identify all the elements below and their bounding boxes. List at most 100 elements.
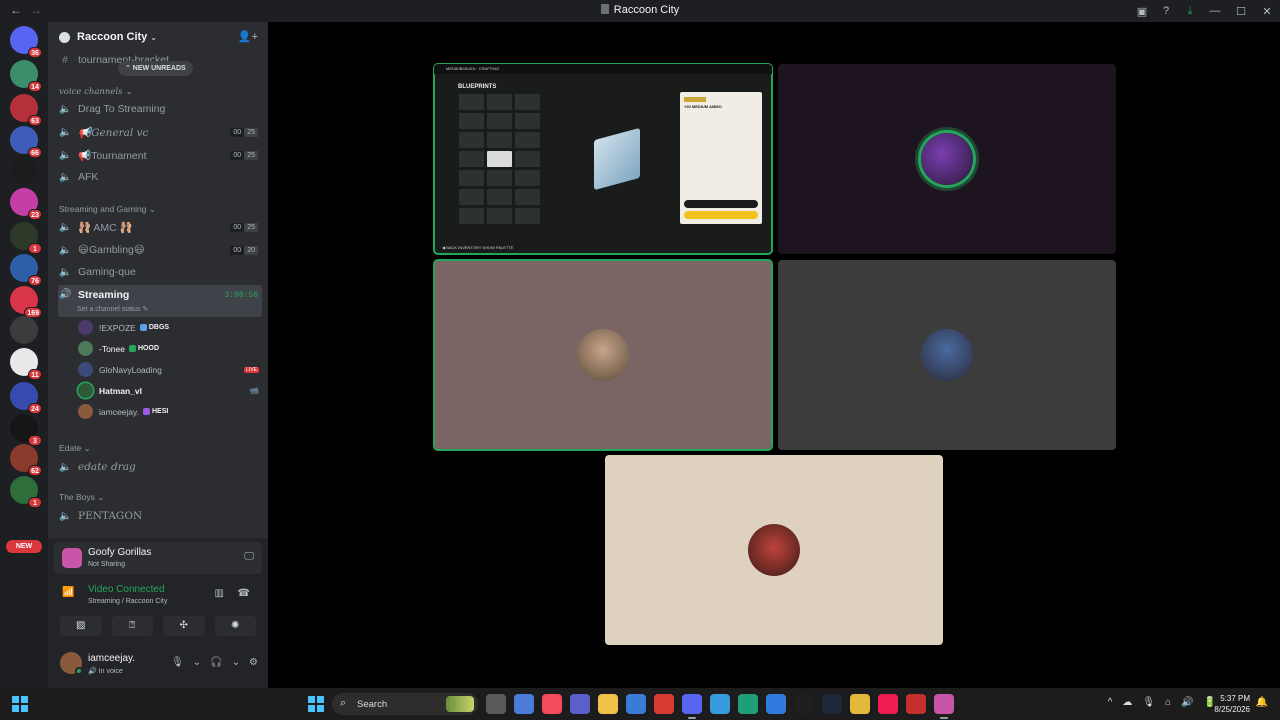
new-unreads-pill[interactable]: ⌃ NEW UNREADS: [118, 61, 193, 76]
channel-gambling[interactable]: 🔈 😃Gambling😃 00 20: [58, 240, 262, 260]
signal-icon[interactable]: 📶: [62, 587, 74, 598]
discord-icon[interactable]: [682, 694, 702, 719]
category-streaming[interactable]: Streaming and Gaming ⌄: [59, 204, 156, 215]
help-icon[interactable]: ?: [1154, 5, 1178, 17]
channel-drag-to-streaming[interactable]: 🔈 Drag To Streaming: [58, 99, 262, 119]
minimize-button[interactable]: —: [1202, 5, 1228, 17]
category-voice[interactable]: voice channels ⌄: [59, 86, 132, 97]
channel-afk[interactable]: 🔈 AFK: [58, 167, 262, 187]
camera-off-button[interactable]: ▨: [60, 616, 102, 636]
server-icon[interactable]: 3: [10, 414, 42, 446]
inbox-icon[interactable]: ▣: [1130, 5, 1154, 18]
voice-user[interactable]: Hatman_vl 📹: [78, 381, 263, 400]
clock[interactable]: 5:37 PM 8/25/2026: [1214, 693, 1250, 715]
tray-overflow-icon[interactable]: ^: [1108, 697, 1113, 708]
connection-channel[interactable]: Streaming / Raccoon City: [88, 598, 167, 605]
chevron-down-icon[interactable]: ⌄: [193, 657, 201, 668]
server-icon[interactable]: 11: [10, 348, 42, 380]
server-icon[interactable]: [10, 316, 38, 344]
widgets-icon[interactable]: [12, 696, 28, 712]
copilot-icon[interactable]: [514, 694, 534, 714]
noise-suppression-icon[interactable]: ▥: [215, 588, 224, 599]
server-header[interactable]: Raccoon City ⌄ 👤+: [48, 22, 268, 52]
network-icon[interactable]: ⌂: [1165, 697, 1171, 708]
speaker-icon: 🔈: [59, 266, 72, 278]
maximize-button[interactable]: ☐: [1228, 5, 1254, 18]
participant-tile[interactable]: [433, 259, 773, 451]
server-icon[interactable]: 63: [10, 94, 42, 126]
game-blueprints-label: BLUEPRINTS: [458, 84, 497, 90]
nvidia-icon[interactable]: [794, 694, 814, 714]
app-icon[interactable]: [850, 694, 870, 714]
game-grid: [459, 94, 543, 224]
file-explorer-icon[interactable]: [598, 694, 618, 714]
voice-user[interactable]: !EXPOZE DBGS: [78, 318, 263, 337]
edge-icon[interactable]: [766, 694, 786, 714]
server-icon[interactable]: 66: [10, 126, 42, 158]
channel-tournament[interactable]: 🔈 📢Tournament 00 25: [58, 145, 262, 165]
mention-badge: 1: [28, 497, 42, 508]
steam-icon[interactable]: [822, 694, 842, 714]
activity-card[interactable]: Goofy Gorillas Not Sharing 🖵: [54, 542, 262, 574]
channel-pentagon[interactable]: 🔈 PENTAGON: [58, 506, 262, 526]
server-icon[interactable]: 1: [10, 222, 42, 254]
participant-tile[interactable]: [778, 64, 1116, 254]
cloud-icon[interactable]: ☁: [1122, 697, 1132, 708]
set-channel-status[interactable]: Set a channel status ✎: [77, 305, 148, 313]
screen-share-icon[interactable]: 🖵: [244, 551, 254, 562]
voice-connection: 📶 Video Connected Streaming / Raccoon Ci…: [54, 582, 262, 608]
headphones-icon[interactable]: 🎧: [210, 657, 222, 668]
server-icon[interactable]: 76: [10, 254, 42, 286]
mention-badge: 36: [28, 47, 42, 58]
task-view-icon[interactable]: [486, 694, 506, 714]
stream-tile[interactable]: MEDIKIBOKATA · CRAFTING BLUEPRINTS +20 M…: [433, 63, 773, 255]
close-button[interactable]: ✕: [1254, 5, 1280, 18]
channel-amc[interactable]: 🔈 🩰 AMC 🩰 00 25: [58, 217, 262, 237]
microphone-icon[interactable]: 🎙: [1142, 697, 1155, 708]
soundboard-button[interactable]: ✺: [214, 616, 256, 636]
guild-tag: HOOD: [129, 345, 159, 352]
activities-button[interactable]: ✣: [163, 616, 205, 636]
search-box[interactable]: ⌕ Search: [332, 693, 478, 715]
server-icon[interactable]: 1: [10, 476, 42, 508]
category-edate[interactable]: Edate ⌄: [59, 443, 91, 454]
new-servers-pill[interactable]: NEW: [6, 540, 42, 553]
start-button[interactable]: [308, 696, 324, 712]
app-icon[interactable]: [906, 694, 926, 714]
microphone-icon[interactable]: 🎙: [171, 657, 184, 668]
music-app-icon[interactable]: [542, 694, 562, 714]
volume-icon[interactable]: 🔊: [1181, 697, 1193, 708]
server-icon[interactable]: [10, 156, 38, 184]
server-icon[interactable]: 24: [10, 382, 42, 414]
game-launcher-icon[interactable]: [738, 694, 758, 714]
server-icon[interactable]: 62: [10, 444, 42, 476]
chevron-down-icon[interactable]: ⌄: [232, 657, 240, 668]
username[interactable]: iamceejay.: [88, 653, 135, 664]
app-store-icon[interactable]: [710, 694, 730, 714]
connection-title[interactable]: Video Connected: [88, 584, 165, 595]
channel-general-vc[interactable]: 🔈 📢General vc 00 25: [58, 122, 262, 142]
gear-icon[interactable]: ⚙: [249, 657, 258, 668]
invite-icon[interactable]: 👤+: [238, 30, 258, 43]
voice-user[interactable]: -Tonee HOOD: [78, 339, 263, 358]
participant-tile[interactable]: [778, 260, 1116, 450]
category-the-boys[interactable]: The Boys ⌄: [59, 492, 104, 503]
voice-user[interactable]: GloNavyLoading LIVE: [78, 360, 263, 379]
server-icon[interactable]: 169: [10, 286, 42, 318]
teams-icon[interactable]: [570, 694, 590, 714]
store-icon[interactable]: [626, 694, 646, 714]
disconnect-icon[interactable]: ☎: [238, 588, 250, 599]
channel-gaming-que[interactable]: 🔈 Gaming-que: [58, 262, 262, 282]
channel-edate-drag[interactable]: 🔈 edate drag: [58, 457, 262, 477]
tiktok-icon[interactable]: [878, 694, 898, 714]
notifications-icon[interactable]: 🔔: [1256, 697, 1268, 708]
server-icon[interactable]: 23: [10, 188, 42, 220]
home-button[interactable]: 36: [10, 26, 42, 58]
voice-user[interactable]: iamceejay. HESI: [78, 402, 263, 421]
app-icon[interactable]: [934, 694, 954, 719]
share-screen-button[interactable]: ⍰: [111, 616, 153, 636]
app-l-icon[interactable]: [654, 694, 674, 714]
server-icon[interactable]: 14: [10, 60, 42, 92]
participant-tile[interactable]: [605, 455, 943, 645]
download-icon[interactable]: ⤓: [1178, 5, 1202, 18]
